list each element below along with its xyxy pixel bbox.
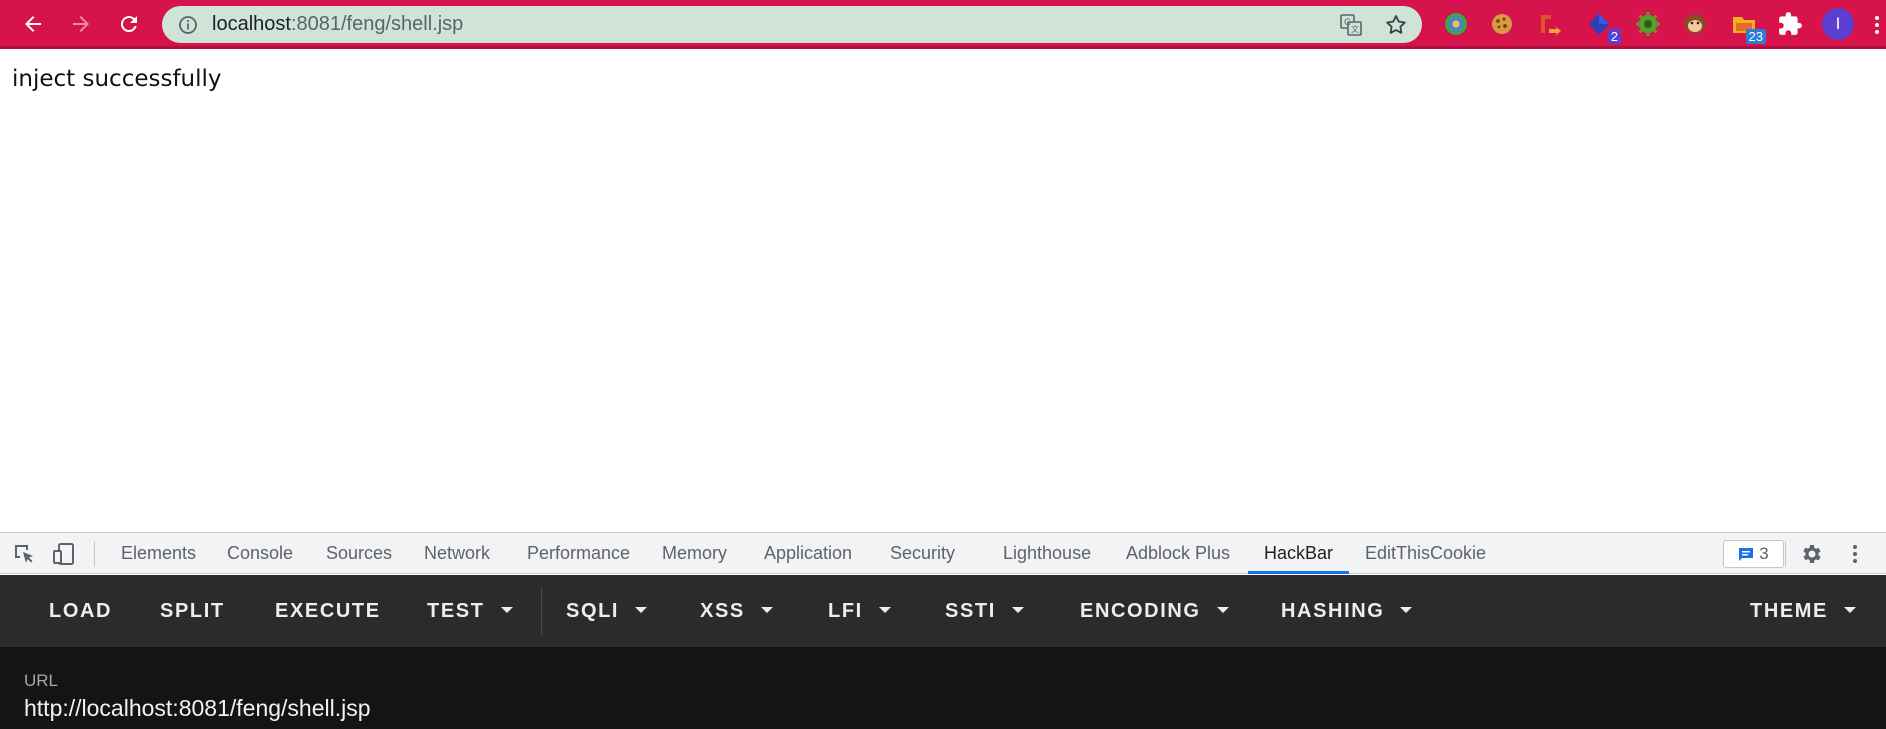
caret-down-icon xyxy=(500,606,513,613)
address-url[interactable]: localhost:8081/feng/shell.jsp xyxy=(212,6,463,43)
hackbar-xss-dropdown[interactable]: XSS xyxy=(700,575,773,647)
extension-blue-diamond[interactable]: 2 xyxy=(1585,10,1621,44)
forward-button[interactable] xyxy=(64,7,98,41)
issues-counter-button[interactable]: 3 xyxy=(1723,540,1784,568)
hackbar-lfi-dropdown[interactable]: LFI xyxy=(828,575,891,647)
hackbar-panel: URL http://localhost:8081/feng/shell.jsp xyxy=(0,647,1886,729)
reload-icon xyxy=(120,16,137,33)
device-toolbar-icon[interactable] xyxy=(52,542,76,566)
caret-down-icon xyxy=(760,606,773,613)
extension-folder[interactable]: 23 xyxy=(1730,10,1766,44)
hackbar-separator xyxy=(541,587,542,635)
hackbar-button-label: HASHING xyxy=(1281,600,1385,622)
caret-down-icon xyxy=(1011,606,1024,613)
url-path: :8081/feng/shell.jsp xyxy=(290,13,464,35)
address-bar[interactable]: localhost:8081/feng/shell.jsp G 文 xyxy=(162,6,1422,43)
hackbar-button-label: SQLI xyxy=(566,600,620,622)
cookie-icon xyxy=(1492,14,1512,34)
url-field-label: URL xyxy=(24,671,59,690)
extension-monkey[interactable] xyxy=(1681,10,1709,38)
hackbar-hashing-dropdown[interactable]: HASHING xyxy=(1281,575,1413,647)
extensions-menu-button[interactable] xyxy=(1776,10,1804,38)
page-message: inject successfully xyxy=(12,66,222,92)
message-icon xyxy=(1739,548,1754,561)
translate-icon[interactable]: G 文 xyxy=(1340,14,1362,36)
browser-menu-icon[interactable] xyxy=(1868,6,1886,44)
devtools-tab-lighthouse[interactable]: Lighthouse xyxy=(1003,533,1091,574)
profile-avatar[interactable]: I xyxy=(1822,8,1854,40)
hackbar-button-label: XSS xyxy=(700,600,745,622)
puzzle-icon xyxy=(1779,12,1802,35)
extension-chrome-colorful[interactable] xyxy=(1442,10,1470,38)
more-options-icon[interactable] xyxy=(1843,542,1867,566)
hackbar-ssti-dropdown[interactable]: SSTI xyxy=(945,575,1024,647)
hackbar-test-dropdown[interactable]: TEST xyxy=(427,575,513,647)
hackbar-button-label: SSTI xyxy=(945,600,996,622)
devtools-tab-console[interactable]: Console xyxy=(227,533,293,574)
arrow-extension-icon xyxy=(1541,15,1561,36)
caret-down-icon xyxy=(1216,606,1229,613)
caret-down-icon xyxy=(878,606,891,613)
devtools-tab-network[interactable]: Network xyxy=(424,533,490,574)
green-gear-extension-icon xyxy=(1636,12,1660,36)
devtools-tab-adblock-plus[interactable]: Adblock Plus xyxy=(1126,533,1230,574)
chrome-colorful-extension-icon xyxy=(1445,13,1467,35)
settings-gear-icon[interactable] xyxy=(1799,542,1823,566)
issues-count: 3 xyxy=(1759,544,1769,563)
url-field[interactable]: http://localhost:8081/feng/shell.jsp xyxy=(24,695,371,722)
devtools-tab-memory[interactable]: Memory xyxy=(662,533,727,574)
reload-button[interactable] xyxy=(112,7,146,41)
devtools-tab-editthiscookie[interactable]: EditThisCookie xyxy=(1365,533,1486,574)
extension-badge: 2 xyxy=(1607,29,1621,44)
caret-down-icon xyxy=(635,606,648,613)
hackbar-button-label: TEST xyxy=(427,600,485,622)
hackbar-encoding-dropdown[interactable]: ENCODING xyxy=(1080,575,1229,647)
devtools-tab-elements[interactable]: Elements xyxy=(121,533,196,574)
arrow-left-icon xyxy=(25,16,41,32)
devtools-tab-sources[interactable]: Sources xyxy=(326,533,392,574)
info-icon[interactable] xyxy=(178,15,198,35)
devtools-tabbar: Elements Console Sources Network Perform… xyxy=(0,532,1886,574)
hackbar-execute-button[interactable]: EXECUTE xyxy=(275,575,381,647)
hackbar-sqli-dropdown[interactable]: SQLI xyxy=(566,575,648,647)
devtools-tab-performance[interactable]: Performance xyxy=(527,533,630,574)
caret-down-icon xyxy=(1400,606,1413,613)
hackbar-button-label: EXECUTE xyxy=(275,600,381,622)
hackbar-load-button[interactable]: LOAD xyxy=(49,575,112,647)
hackbar-button-label: ENCODING xyxy=(1080,600,1201,622)
hackbar-button-label: LOAD xyxy=(49,600,113,622)
hackbar-toolbar: LOAD SPLIT EXECUTE TEST SQLI XSS LFI SST… xyxy=(0,575,1886,647)
devtools-separator xyxy=(94,541,95,567)
extension-green-gear[interactable] xyxy=(1634,10,1662,38)
svg-text:文: 文 xyxy=(1351,24,1359,34)
back-button[interactable] xyxy=(16,7,50,41)
arrow-right-icon xyxy=(73,16,89,32)
caret-down-icon xyxy=(1844,606,1856,613)
extension-arrow[interactable] xyxy=(1536,10,1564,38)
devtools-tab-hackbar[interactable]: HackBar xyxy=(1247,533,1350,574)
svg-text:G: G xyxy=(1344,18,1351,28)
inspect-element-icon[interactable] xyxy=(12,542,36,566)
hackbar-button-label: THEME xyxy=(1750,600,1828,622)
monkey-icon xyxy=(1683,14,1707,34)
devtools-tab-application[interactable]: Application xyxy=(764,533,852,574)
devtools-separator xyxy=(1785,541,1786,567)
page-viewport: inject successfully xyxy=(0,52,1886,532)
hackbar-split-button[interactable]: SPLIT xyxy=(160,575,225,647)
devtools-tab-security[interactable]: Security xyxy=(890,533,955,574)
hackbar-theme-dropdown[interactable]: THEME xyxy=(1750,575,1856,647)
browser-toolbar: localhost:8081/feng/shell.jsp G 文 2 23 I xyxy=(0,0,1886,49)
hackbar-button-label: SPLIT xyxy=(160,600,225,622)
bookmark-star-icon[interactable] xyxy=(1384,13,1408,37)
url-host: localhost xyxy=(212,13,291,35)
extension-cookie[interactable] xyxy=(1488,10,1516,38)
hackbar-button-label: LFI xyxy=(828,600,863,622)
extension-badge: 23 xyxy=(1745,29,1766,44)
